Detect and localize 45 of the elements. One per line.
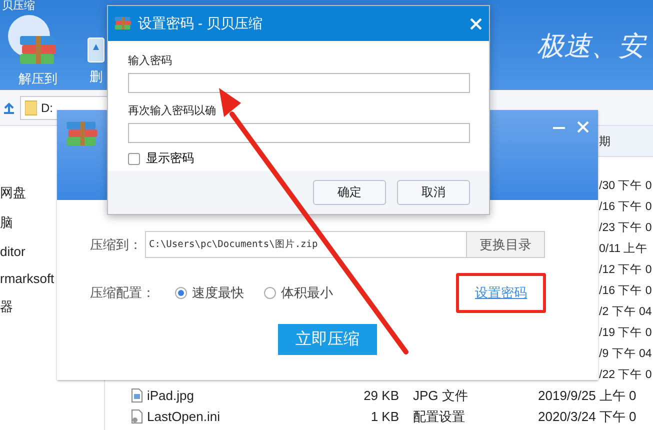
file-date: /22 下午 0 <box>599 368 652 382</box>
file-date: /12 下午 0 <box>599 263 652 277</box>
change-folder-button[interactable]: 更换目录 <box>467 231 545 258</box>
confirm-password-field[interactable] <box>128 123 470 143</box>
config-file-icon <box>131 409 143 424</box>
config-label: 压缩配置： <box>90 284 155 302</box>
file-date: /30 下午 0 <box>599 179 652 193</box>
app-logo-icon <box>65 120 99 148</box>
file-date: 0/11 上午 <box>599 242 648 256</box>
file-type: JPG 文件 <box>412 386 469 404</box>
file-name: iPad.jpg <box>147 388 194 403</box>
dialog-button[interactable]: 确定 <box>313 180 386 205</box>
show-password-checkbox[interactable]: 显示密码 <box>128 150 469 167</box>
up-arrow-icon[interactable] <box>2 100 16 114</box>
file-date: /23 下午 0 <box>599 221 652 235</box>
file-size: 1 KB <box>370 409 400 424</box>
destination-label: 压缩到： <box>90 236 142 254</box>
file-date: /19 下午 0 <box>599 326 652 340</box>
folder-icon <box>25 100 37 116</box>
app-logo-icon <box>114 16 132 31</box>
file-date: /2 下午 04 <box>599 305 652 319</box>
slogan: 极速、安 <box>537 30 645 64</box>
books-icon <box>18 34 58 66</box>
app-title: 贝压缩 <box>2 0 35 12</box>
file-date: 2019/9/25 上午 0 <box>537 386 638 404</box>
file-date: /16 下午 0 <box>599 200 652 214</box>
radio-option[interactable]: 速度最快 <box>175 284 244 302</box>
dialog-title: 设置密码 - 贝贝压缩 <box>138 14 262 32</box>
dialog-button[interactable]: 取消 <box>397 180 470 205</box>
file-date: /16 下午 0 <box>599 284 652 298</box>
destination-field[interactable]: C:\Users\pc\Documents\图片.zip <box>145 231 467 258</box>
file-size: 29 KB <box>362 388 400 403</box>
file-date: /9 下午 04 <box>599 347 652 361</box>
file-name: LastOpen.ini <box>147 409 220 424</box>
password-label: 输入密码 <box>128 54 173 69</box>
close-icon[interactable] <box>469 16 483 30</box>
radio-option[interactable]: 体积最小 <box>264 284 333 302</box>
address-text: D: <box>41 100 53 114</box>
confirm-label: 再次输入密码以确 <box>128 104 217 119</box>
close-icon[interactable] <box>576 120 590 134</box>
password-field[interactable] <box>128 73 470 93</box>
image-file-icon <box>131 388 143 403</box>
column-header[interactable]: 期 <box>599 134 611 148</box>
file-type: 配置设置 <box>412 408 466 426</box>
file-date: 2020/3/24 下午 0 <box>537 408 638 426</box>
